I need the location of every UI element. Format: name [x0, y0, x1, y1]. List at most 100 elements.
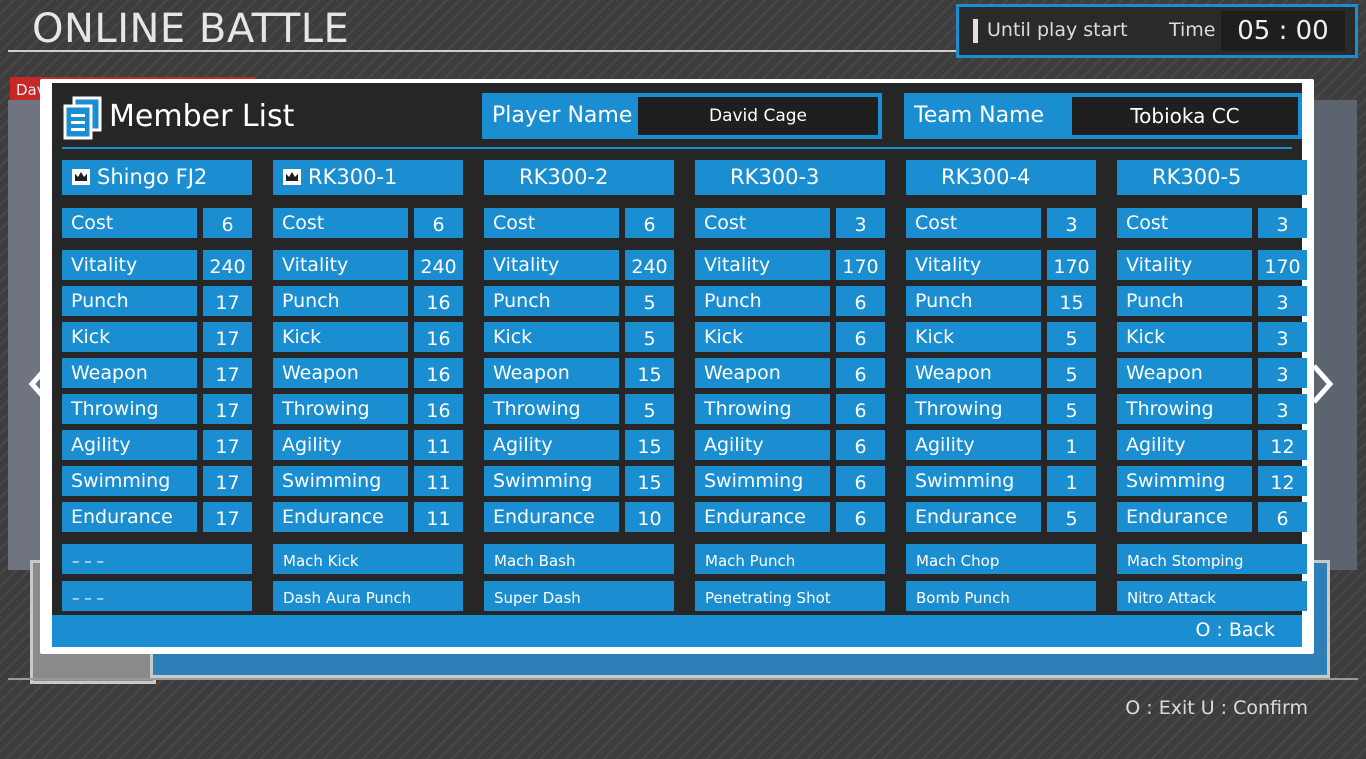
stat-row: Endurance 10: [484, 502, 674, 532]
stat-row: Punch 5: [484, 286, 674, 316]
stat-label: Throwing: [273, 394, 408, 424]
stat-label: Cost: [695, 208, 830, 238]
stat-row: Weapon 6: [695, 358, 885, 388]
stat-value: 11: [414, 502, 463, 532]
stat-value: 1: [1047, 466, 1096, 496]
stat-label: Kick: [1117, 322, 1252, 352]
stat-value: 6: [836, 286, 885, 316]
member-name: Shingo FJ2: [97, 165, 208, 189]
stat-label: Endurance: [695, 502, 830, 532]
skill-slot: Nitro Attack: [1117, 581, 1307, 611]
stat-row: Weapon 16: [273, 358, 463, 388]
skill-slot: – – –: [62, 581, 252, 611]
member-name: RK300-5: [1152, 165, 1242, 189]
member-name-header: Shingo FJ2: [62, 160, 252, 195]
stat-label: Vitality: [484, 250, 619, 280]
stat-value: 17: [203, 286, 252, 316]
stat-value: 16: [414, 322, 463, 352]
stat-value: 5: [1047, 394, 1096, 424]
stat-label: Punch: [1117, 286, 1252, 316]
stat-row: Throwing 16: [273, 394, 463, 424]
stat-label: Cost: [1117, 208, 1252, 238]
stat-label: Agility: [484, 430, 619, 460]
stat-value: 17: [203, 430, 252, 460]
member-name-header: RK300-2: [484, 160, 674, 195]
stat-row: Swimming 15: [484, 466, 674, 496]
member-column[interactable]: RK300-3 Cost 3 Vitality 170 Punch 6 Kick 6 Weapon…: [695, 160, 885, 611]
stat-row: Punch 16: [273, 286, 463, 316]
stat-label: Endurance: [906, 502, 1041, 532]
member-column[interactable]: RK300-2 Cost 6 Vitality 240 Punch 5 Kick 5 Weapon…: [484, 160, 674, 611]
stat-row: Weapon 5: [906, 358, 1096, 388]
member-column[interactable]: RK300-4 Cost 3 Vitality 170 Punch 1 5 Kick 5 Weapo…: [906, 160, 1096, 611]
timer-label: Until play start: [987, 19, 1128, 41]
stat-value: 240: [625, 250, 674, 280]
stat-value: 3: [1258, 208, 1307, 238]
stat-label: Vitality: [62, 250, 197, 280]
stat-row: Vitality 170: [906, 250, 1096, 280]
skill-slot: Bomb Punch: [906, 581, 1096, 611]
stat-value: 3: [1047, 208, 1096, 238]
stat-row: Vitality 170: [695, 250, 885, 280]
stat-row: Cost 3: [906, 208, 1096, 238]
stat-row: Cost 6: [62, 208, 252, 238]
stat-value: 11: [414, 430, 463, 460]
stat-value: 17: [203, 322, 252, 352]
stat-row: Endurance 17: [62, 502, 252, 532]
stat-value: 16: [414, 286, 463, 316]
stat-label: Weapon: [906, 358, 1041, 388]
stat-row: Cost 6: [484, 208, 674, 238]
back-button[interactable]: O : Back: [1195, 619, 1275, 641]
stat-label: Kick: [695, 322, 830, 352]
stat-label: Agility: [62, 430, 197, 460]
stat-row: Weapon 17: [62, 358, 252, 388]
member-name: RK300-4: [941, 165, 1031, 189]
stat-label: Punch: [484, 286, 619, 316]
stat-value: 3: [836, 208, 885, 238]
stat-label: Cost: [273, 208, 408, 238]
stat-value: 170: [1258, 250, 1307, 280]
stat-label: Endurance: [484, 502, 619, 532]
stat-value: 12: [1258, 466, 1307, 496]
stat-value: 17: [203, 394, 252, 424]
stat-row: Endurance 5: [906, 502, 1096, 532]
stat-value: 6: [625, 208, 674, 238]
stat-row: Kick 5: [906, 322, 1096, 352]
member-column[interactable]: Shingo FJ2 Cost 6 Vitality 240 Punch 17 Kick 17 W…: [62, 160, 252, 611]
stat-value: 1: [1047, 430, 1096, 460]
member-list-panel: Member List Player Name David Cage Team …: [52, 83, 1307, 647]
stat-value: 17: [203, 502, 252, 532]
stat-label: Cost: [906, 208, 1041, 238]
stat-label: Punch: [273, 286, 408, 316]
member-name-header: RK300-5: [1117, 160, 1307, 195]
member-name-header: RK300-1: [273, 160, 463, 195]
stat-label: Punch: [906, 286, 1041, 316]
stat-label: Weapon: [62, 358, 197, 388]
stat-value: 15: [625, 430, 674, 460]
stat-label: Agility: [906, 430, 1041, 460]
stat-label: Swimming: [484, 466, 619, 496]
stat-row: Swimming 11: [273, 466, 463, 496]
header-divider: [8, 50, 986, 52]
stat-value: 15: [625, 466, 674, 496]
member-name: RK300-3: [730, 165, 820, 189]
stat-label: Cost: [484, 208, 619, 238]
member-name-header: RK300-3: [695, 160, 885, 195]
background-right-strip: [1312, 100, 1357, 570]
stat-value: 17: [203, 466, 252, 496]
stat-row: Cost 6: [273, 208, 463, 238]
member-name: RK300-2: [519, 165, 609, 189]
stat-row: Throwing 17: [62, 394, 252, 424]
stat-label: Weapon: [484, 358, 619, 388]
stat-row: Kick 17: [62, 322, 252, 352]
stat-label: Agility: [1117, 430, 1252, 460]
stat-value: 5: [1047, 502, 1096, 532]
stat-label: Swimming: [906, 466, 1041, 496]
member-column[interactable]: RK300-5 Cost 3 Vitality 170 Punch 3 Kick 3 Weapon…: [1117, 160, 1307, 611]
stat-label: Throwing: [484, 394, 619, 424]
stat-value: 6: [203, 208, 252, 238]
stat-value: 5: [625, 286, 674, 316]
member-column[interactable]: RK300-1 Cost 6 Vitality 240 Punch 16 Kick 16 Weap…: [273, 160, 463, 611]
stat-row: Kick 6: [695, 322, 885, 352]
stat-row: Throwing 3: [1117, 394, 1307, 424]
